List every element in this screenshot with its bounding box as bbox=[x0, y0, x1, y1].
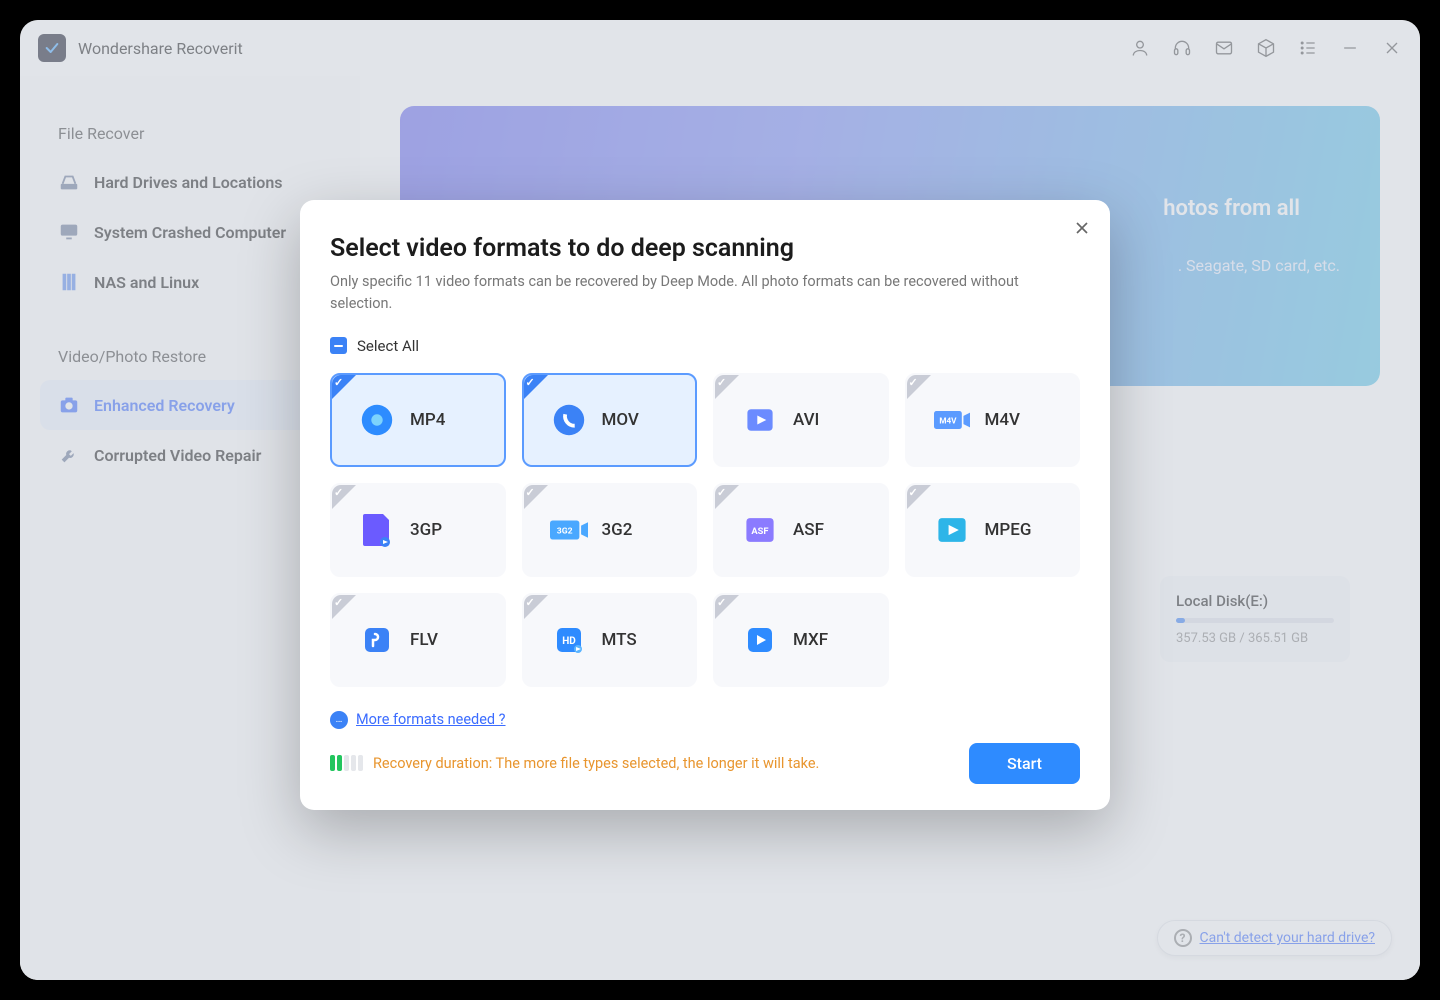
mp4-icon bbox=[358, 401, 396, 439]
format-label: ASF bbox=[793, 520, 824, 540]
check-corner-icon bbox=[715, 595, 739, 619]
mpeg-icon bbox=[933, 511, 971, 549]
format-label: MPEG bbox=[985, 520, 1032, 540]
check-corner-icon bbox=[524, 485, 548, 509]
more-formats-link[interactable]: More formats needed ? bbox=[330, 711, 1080, 729]
warning-message: Recovery duration: The more file types s… bbox=[330, 755, 819, 772]
select-all-checkbox[interactable]: Select All bbox=[330, 337, 1080, 355]
format-card-flv[interactable]: FLV bbox=[330, 593, 506, 687]
format-card-mts[interactable]: HD MTS bbox=[522, 593, 698, 687]
start-button[interactable]: Start bbox=[969, 743, 1080, 784]
format-card-3g2[interactable]: 3G2 3G2 bbox=[522, 483, 698, 577]
format-card-mxf[interactable]: MXF bbox=[713, 593, 889, 687]
check-corner-icon bbox=[332, 375, 356, 399]
warning-text: Recovery duration: The more file types s… bbox=[373, 755, 819, 772]
format-card-mpeg[interactable]: MPEG bbox=[905, 483, 1081, 577]
svg-text:ASF: ASF bbox=[751, 526, 768, 537]
format-label: 3G2 bbox=[602, 520, 633, 540]
format-label: AVI bbox=[793, 410, 819, 430]
format-grid: MP4 MOV AVI M4V M4V 3GP 3G2 3G2 ASF ASF MPEG FLV HD M… bbox=[330, 373, 1080, 687]
m4v-icon: M4V bbox=[933, 401, 971, 439]
more-formats-text[interactable]: More formats needed ? bbox=[356, 711, 506, 728]
app-window: Wondershare Recoverit File Recover Hard … bbox=[20, 20, 1420, 980]
format-card-mov[interactable]: MOV bbox=[522, 373, 698, 467]
select-all-label: Select All bbox=[357, 337, 419, 355]
svg-text:3G2: 3G2 bbox=[556, 526, 572, 536]
format-label: M4V bbox=[985, 410, 1021, 430]
modal-title: Select video formats to do deep scanning bbox=[330, 234, 1080, 263]
format-card-mp4[interactable]: MP4 bbox=[330, 373, 506, 467]
format-modal: Select video formats to do deep scanning… bbox=[300, 200, 1110, 810]
3gp-icon bbox=[358, 511, 396, 549]
check-corner-icon bbox=[332, 485, 356, 509]
avi-icon bbox=[741, 401, 779, 439]
format-label: MTS bbox=[602, 630, 637, 650]
check-corner-icon bbox=[907, 485, 931, 509]
check-corner-icon bbox=[524, 375, 548, 399]
format-label: MOV bbox=[602, 410, 639, 430]
svg-text:M4V: M4V bbox=[939, 415, 957, 425]
check-corner-icon bbox=[524, 595, 548, 619]
check-corner-icon bbox=[332, 595, 356, 619]
flv-icon bbox=[358, 621, 396, 659]
check-corner-icon bbox=[715, 375, 739, 399]
checkbox-indeterminate-icon bbox=[330, 337, 347, 354]
modal-overlay: Select video formats to do deep scanning… bbox=[20, 20, 1420, 980]
format-label: MP4 bbox=[410, 410, 445, 430]
check-corner-icon bbox=[907, 375, 931, 399]
check-corner-icon bbox=[715, 485, 739, 509]
mxf-icon bbox=[741, 621, 779, 659]
modal-subtitle: Only specific 11 video formats can be re… bbox=[330, 271, 1080, 315]
format-card-m4v[interactable]: M4V M4V bbox=[905, 373, 1081, 467]
format-label: 3GP bbox=[410, 520, 442, 540]
format-card-3gp[interactable]: 3GP bbox=[330, 483, 506, 577]
format-label: MXF bbox=[793, 630, 828, 650]
format-label: FLV bbox=[410, 630, 438, 650]
duration-bars-icon bbox=[330, 755, 363, 771]
format-card-avi[interactable]: AVI bbox=[713, 373, 889, 467]
modal-close-icon[interactable] bbox=[1072, 218, 1092, 242]
3g2-icon: 3G2 bbox=[550, 511, 588, 549]
mts-icon: HD bbox=[550, 621, 588, 659]
format-card-asf[interactable]: ASF ASF bbox=[713, 483, 889, 577]
mov-icon bbox=[550, 401, 588, 439]
svg-text:HD: HD bbox=[562, 636, 576, 647]
asf-icon: ASF bbox=[741, 511, 779, 549]
chat-icon bbox=[330, 711, 348, 729]
